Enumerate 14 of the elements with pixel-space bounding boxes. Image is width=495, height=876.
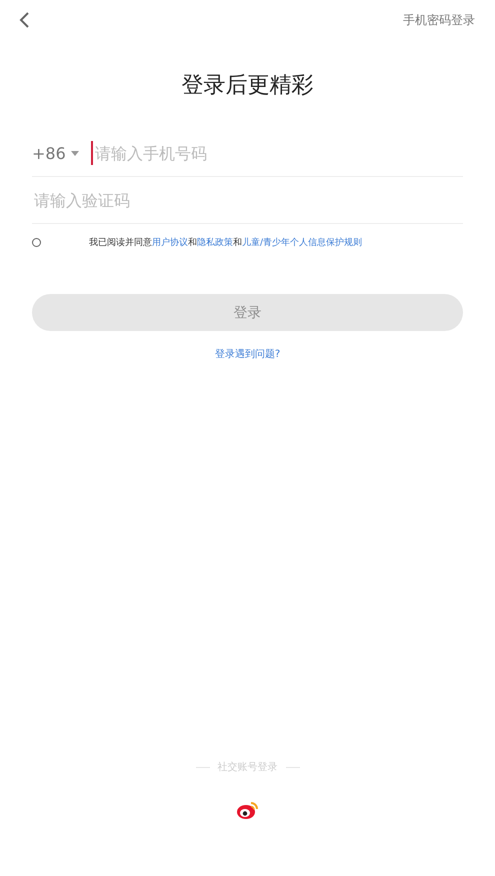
caret-icon xyxy=(70,150,79,156)
country-code-dropdown[interactable]: +86 xyxy=(32,144,79,162)
code-input-field[interactable]: 请输入验证码 xyxy=(32,188,463,212)
policy-link[interactable]: 隐私政策 xyxy=(197,238,233,248)
weibo-icon[interactable] xyxy=(236,800,260,820)
help-link[interactable]: 登录遇到问题? xyxy=(214,347,280,361)
password-login-link[interactable]: 手机密码登录 xyxy=(403,12,475,28)
phone-input-field[interactable]: 请输入手机号码 xyxy=(90,141,463,165)
agreement-text: 我已阅读并同意用户协议和隐私政策和儿童/青少年个人信息保护规则 xyxy=(89,236,362,248)
policy-link[interactable]: 用户协议 xyxy=(152,238,188,248)
policy-link[interactable]: 儿童/青少年个人信息保护规则 xyxy=(242,238,362,248)
page-title: 登录后更精彩 xyxy=(180,72,314,100)
back-icon[interactable] xyxy=(18,11,30,29)
agreement-radio[interactable] xyxy=(32,238,41,246)
